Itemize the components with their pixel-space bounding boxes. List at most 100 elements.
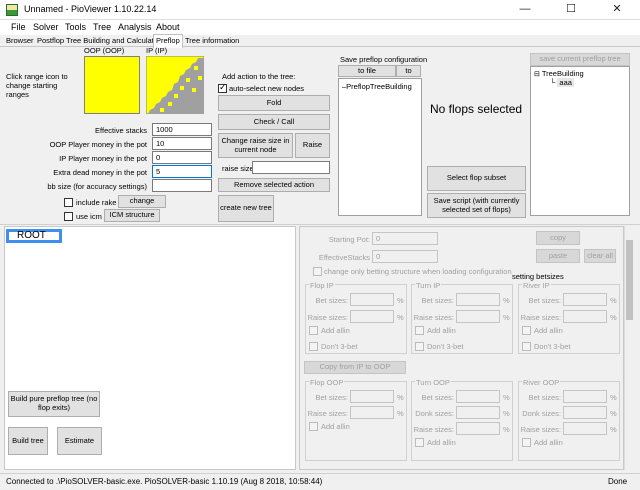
remove-action-button[interactable]: Remove selected action xyxy=(218,178,330,192)
setting-betsizes-label: setting betsizes xyxy=(512,272,564,281)
menu-file[interactable]: File xyxy=(11,22,26,32)
river-oop-donk-input[interactable] xyxy=(563,406,607,419)
panel-separator xyxy=(0,224,640,225)
turn-oop-donk-label: Donk sizes: xyxy=(415,409,454,418)
river-oop-bet-input[interactable] xyxy=(563,390,607,403)
close-button[interactable]: ✕ xyxy=(594,0,640,20)
icm-structure-button[interactable]: ICM structure xyxy=(104,209,160,222)
river-oop-raise-input[interactable] xyxy=(563,422,607,435)
fold-button[interactable]: Fold xyxy=(218,95,330,111)
river-ip-bet-label: Bet sizes: xyxy=(528,296,561,305)
river-oop-allin-checkbox[interactable] xyxy=(522,438,531,447)
ip-money-input[interactable]: 0 xyxy=(152,151,212,164)
tree-building-panel[interactable] xyxy=(530,66,630,216)
dead-money-input[interactable]: 5 xyxy=(152,165,212,178)
river-oop-donk-pct: % xyxy=(610,409,617,418)
flop-oop-raise-label: Raise sizes: xyxy=(307,409,348,418)
to-file-button[interactable]: to file xyxy=(338,65,396,77)
ip-money-label: IP Player money in the pot xyxy=(59,154,147,163)
menu-tree[interactable]: Tree xyxy=(93,22,111,32)
change-raise-button[interactable]: Change raise size in current node xyxy=(218,133,293,158)
create-new-tree-button[interactable]: create new tree xyxy=(218,195,274,222)
tab-browser[interactable]: Browser xyxy=(4,35,36,47)
bb-size-input[interactable] xyxy=(152,179,212,192)
change-only-checkbox[interactable] xyxy=(313,267,322,276)
menu-analysis[interactable]: Analysis xyxy=(118,22,152,32)
river-ip-raise-pct: % xyxy=(610,313,617,322)
save-script-button[interactable]: Save script (with currently selected set… xyxy=(427,193,526,218)
menu-solver[interactable]: Solver xyxy=(33,22,59,32)
effective-stacks-setting-label: EffectiveStacks xyxy=(318,253,370,262)
tab-tree-information[interactable]: Tree information xyxy=(183,35,241,47)
build-tree-button[interactable]: Build tree xyxy=(8,427,48,455)
minimize-button[interactable]: — xyxy=(502,0,548,20)
turn-oop-bet-label: Bet sizes: xyxy=(421,393,454,402)
turn-ip-allin-checkbox[interactable] xyxy=(415,326,424,335)
change-rake-button[interactable]: change xyxy=(118,195,166,208)
flop-ip-raise-label: Raise sizes: xyxy=(307,313,348,322)
turn-oop-raise-pct: % xyxy=(503,425,510,434)
root-node[interactable]: ROOT xyxy=(6,229,62,243)
flop-ip-bet-input[interactable] xyxy=(350,293,394,306)
tree-child-item[interactable]: └ aaa xyxy=(550,78,574,87)
paste-button[interactable]: paste xyxy=(536,249,580,263)
turn-oop-title: Turn OOP xyxy=(415,378,451,387)
copy-ip-to-oop-button[interactable]: Copy from IP to OOP xyxy=(304,361,406,374)
no-flops-message: No flops selected xyxy=(430,102,523,116)
copy-button[interactable]: copy xyxy=(536,231,580,245)
flop-ip-bet-label: Bet sizes: xyxy=(315,296,348,305)
river-oop-allin-label: Add allin xyxy=(534,438,563,447)
auto-select-label: auto-select new nodes xyxy=(229,84,305,93)
raise-size-input[interactable] xyxy=(252,161,330,174)
starting-pot-input[interactable]: 0 xyxy=(372,232,438,245)
turn-oop-bet-input[interactable] xyxy=(456,390,500,403)
flop-ip-allin-checkbox[interactable] xyxy=(309,326,318,335)
flop-oop-allin-checkbox[interactable] xyxy=(309,422,318,431)
oop-range-grid[interactable] xyxy=(84,56,140,114)
raise-size-label: raise size xyxy=(222,164,254,173)
oop-money-input[interactable]: 10 xyxy=(152,137,212,150)
select-flop-subset-button[interactable]: Select flop subset xyxy=(427,166,526,191)
build-pure-preflop-tree-button[interactable]: Build pure preflop tree (no flop exits) xyxy=(8,391,100,417)
effective-stacks-input[interactable]: 1000 xyxy=(152,123,212,136)
turn-oop-allin-label: Add allin xyxy=(427,438,456,447)
river-ip-bet-input[interactable] xyxy=(563,293,607,306)
tree-root-item[interactable]: ⊟ TreeBuilding xyxy=(534,69,584,78)
flop-ip-raise-input[interactable] xyxy=(350,310,394,323)
use-icm-checkbox[interactable] xyxy=(64,212,73,221)
river-ip-allin-checkbox[interactable] xyxy=(522,326,531,335)
raise-button[interactable]: Raise xyxy=(295,133,330,158)
auto-select-checkbox[interactable] xyxy=(218,82,227,93)
include-rake-checkbox[interactable] xyxy=(64,198,73,207)
flop-oop-raise-input[interactable] xyxy=(350,406,394,419)
ip-range-grid[interactable] xyxy=(146,56,204,114)
to-button[interactable]: to xyxy=(396,65,421,77)
river-ip-allin-label: Add allin xyxy=(534,326,563,335)
turn-ip-raise-input[interactable] xyxy=(456,310,500,323)
turn-oop-raise-input[interactable] xyxy=(456,422,500,435)
turn-ip-3bet-checkbox[interactable] xyxy=(415,342,424,351)
flop-ip-3bet-checkbox[interactable] xyxy=(309,342,318,351)
window-title: Unnamed - PioViewer 1.10.22.14 xyxy=(24,4,157,14)
estimate-button[interactable]: Estimate xyxy=(57,427,102,455)
connection-status: Connected to .\PioSOLVER-basic.exe. PioS… xyxy=(6,477,323,486)
check-call-button[interactable]: Check / Call xyxy=(218,114,330,130)
menu-about[interactable]: About xyxy=(156,22,180,32)
turn-oop-donk-input[interactable] xyxy=(456,406,500,419)
river-ip-raise-input[interactable] xyxy=(563,310,607,323)
config-tree-item[interactable]: –PreflopTreeBuilding xyxy=(342,82,412,91)
turn-oop-allin-checkbox[interactable] xyxy=(415,438,424,447)
flop-ip-3bet-label: Don't 3-bet xyxy=(321,342,358,351)
scrollbar-thumb[interactable] xyxy=(626,240,633,320)
clear-all-button[interactable]: clear all xyxy=(584,249,616,263)
turn-ip-bet-input[interactable] xyxy=(456,293,500,306)
menu-tools[interactable]: Tools xyxy=(65,22,86,32)
river-ip-3bet-checkbox[interactable] xyxy=(522,342,531,351)
save-current-preflop-tree-button[interactable]: save current preflop tree xyxy=(530,53,630,66)
preflop-config-tree[interactable] xyxy=(338,78,422,216)
flop-oop-bet-input[interactable] xyxy=(350,390,394,403)
flop-oop-title: Flop OOP xyxy=(309,378,345,387)
ip-range-label: IP (IP) xyxy=(146,46,168,55)
effective-stacks-setting-input[interactable]: 0 xyxy=(372,250,438,263)
maximize-button[interactable]: ☐ xyxy=(548,0,594,20)
